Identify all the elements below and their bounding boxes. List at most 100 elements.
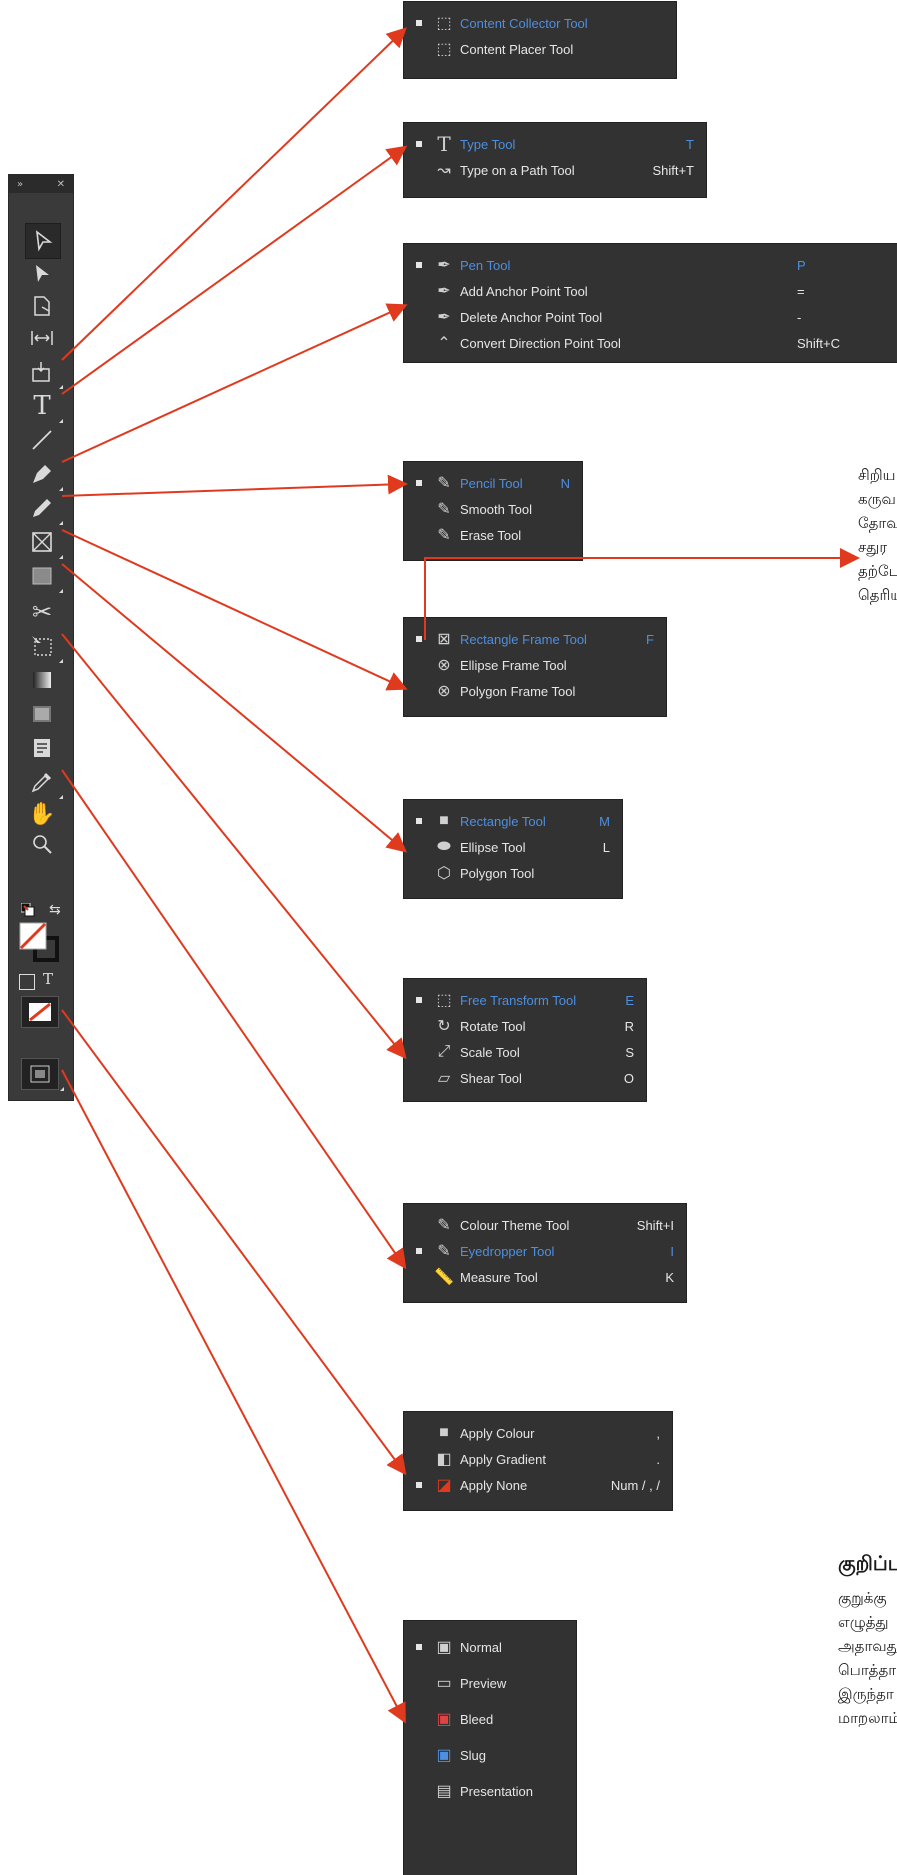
flyout-item-apply-gradient[interactable]: ◧ Apply Gradient. [404,1446,672,1472]
flyout-item-preview[interactable]: ▭ Preview [404,1665,576,1701]
shape-tools-flyout: ■ Rectangle Tool M ⬬ Ellipse Tool L ⬡ Polygon… [404,800,622,898]
swap-colors-icon[interactable]: ⇆ [49,902,61,918]
screen-mode-flyout: ▣ Normal ▭ Preview ▣ Bleed ▣ Slug ▤ Presentat… [404,1621,576,1875]
flyout-item-convert-direction[interactable]: ⌃ Convert Direction Point Tool Shift+C [404,330,897,356]
flyout-item-rectangle[interactable]: ■ Rectangle Tool M [404,808,622,834]
shortcut-key: - [797,309,802,325]
flyout-item-ellipse-frame[interactable]: ⊗ Ellipse Frame Tool [404,652,666,678]
note-icon [34,739,50,757]
flyout-item-type[interactable]: T Type Tool T [404,131,706,157]
text-line: குறுக்கு [838,1589,887,1607]
collapse-icon[interactable]: » [17,179,23,190]
flyout-item-polygon-frame[interactable]: ⊗ Polygon Frame Tool [404,678,666,704]
flyout-item-pen[interactable]: ✒ Pen Tool P [404,252,897,278]
flyout-item-bleed[interactable]: ▣ Bleed [404,1701,576,1737]
line-tool-button[interactable] [25,423,59,457]
item-label: Delete Anchor Point Tool [460,309,603,325]
arrow-eyedropper-tools [61,769,407,1270]
colour-theme-icon: ✎ [437,1217,451,1234]
page-tool-button[interactable] [25,289,59,323]
free-transform-tool-button[interactable] [25,629,63,663]
flyout-item-normal[interactable]: ▣ Normal [404,1629,576,1665]
formatting-container-icon[interactable] [19,974,35,990]
shortcut-key: Shift+C [797,335,840,351]
zoom-tool-button[interactable] [25,827,59,861]
fill-stroke-icon [19,922,59,962]
screen-mode-button[interactable] [21,1058,64,1091]
current-tool-bullet [416,262,422,268]
selection-tool-button[interactable] [25,223,61,259]
hand-tool-button[interactable]: ✋ [25,797,59,831]
flyout-item-rectangle-frame[interactable]: ⊠ Rectangle Frame Tool F [404,626,666,652]
flyout-item-add-anchor[interactable]: ✒ Add Anchor Point Tool = [404,278,897,304]
text-line: பொத்தா [838,1661,897,1679]
flyout-item-free-transform[interactable]: ⬚ Free Transform Tool E [404,987,646,1013]
content-collector-icon: ⬚ [436,15,452,32]
flyout-item-type-on-path[interactable]: ↝ Type on a Path Tool Shift+T [404,157,706,183]
note-section: குறிப்பு குறுக்கு எழுத்து அதாவது பொத்தா … [838,1548,897,1730]
note-tool-button[interactable] [25,731,59,765]
flyout-item-pencil[interactable]: ✎ Pencil Tool N [404,470,582,496]
text-line: சிறிய [858,466,896,484]
flyout-item-eyedropper[interactable]: ✎ Eyedropper Tool I [404,1238,686,1264]
flyout-item-content-collector[interactable]: ⬚ Content Collector Tool [404,10,676,36]
fill-stroke-swatches[interactable] [19,922,61,964]
bleed-mode-icon: ▣ [436,1711,452,1728]
tools-panel-header[interactable]: » ✕ [9,175,73,193]
flyout-item-slug[interactable]: ▣ Slug [404,1737,576,1773]
shortcut-key: Shift+I [636,1217,674,1233]
pen-icon: ✒ [437,257,451,274]
rectangle-tool-button[interactable] [25,559,63,593]
content-collector-tool-button[interactable] [25,355,63,389]
flyout-item-smooth[interactable]: ✎ Smooth Tool [404,496,582,522]
add-anchor-point-icon: ✒ [437,283,451,300]
flyout-item-apply-none[interactable]: ◪ Apply None Num / , / [404,1472,672,1498]
item-label: Polygon Frame Tool [460,683,576,699]
flyout-item-scale[interactable]: ⤢ Scale Tool S [404,1039,646,1065]
scissors-tool-button[interactable]: ✂ [25,595,59,629]
slug-mode-icon: ▣ [436,1747,452,1764]
shortcut-key: M [599,813,610,829]
type-tool-button[interactable]: T [25,389,63,423]
item-label: Shear Tool [460,1070,522,1086]
shortcut-key: T [686,136,694,152]
flyout-item-apply-colour[interactable]: ■ Apply Colour, [404,1420,672,1446]
pen-tool-button[interactable] [25,457,63,491]
flyout-item-ellipse[interactable]: ⬬ Ellipse Tool L [404,834,622,860]
item-label: Apply Gradient [460,1451,546,1467]
flyout-item-erase[interactable]: ✎ Erase Tool [404,522,582,548]
gradient-swatch-tool-button[interactable] [25,663,59,697]
eyedropper-tool-button[interactable] [25,765,63,799]
gradient-feather-icon [33,706,51,722]
flyout-item-polygon[interactable]: ⬡ Polygon Tool [404,860,622,886]
type-on-path-icon: ↝ [437,162,451,179]
item-label: Colour Theme Tool [460,1217,570,1233]
flyout-item-presentation[interactable]: ▤ Presentation [404,1773,576,1809]
item-label: Measure Tool [460,1269,538,1285]
rectangle-frame-tool-button[interactable] [25,525,63,559]
direct-selection-tool-button[interactable] [25,257,59,291]
shear-icon: ▱ [437,1070,451,1087]
pen-icon [33,465,51,483]
flyout-item-content-placer[interactable]: ⬚ Content Placer Tool [404,36,676,62]
tools-panel-lower: ⇆ T [8,900,74,1049]
flyout-item-colour-theme[interactable]: ✎ Colour Theme Tool Shift+I [404,1212,686,1238]
shortcut-key: E [625,992,634,1008]
pencil-tool-button[interactable] [25,491,63,525]
gradient-feather-tool-button[interactable] [25,697,59,731]
flyout-item-shear[interactable]: ▱ Shear Tool O [404,1065,646,1091]
item-label: Add Anchor Point Tool [460,283,588,299]
text-line: சதுர [858,538,888,556]
gap-tool-button[interactable] [25,321,59,355]
flyout-item-measure[interactable]: 📏 Measure Tool K [404,1264,686,1290]
flyout-item-rotate[interactable]: ↻ Rotate Tool R [404,1013,646,1039]
item-label: Rotate Tool [460,1018,526,1034]
current-tool-bullet [416,1248,422,1254]
close-icon[interactable]: ✕ [57,179,65,190]
default-colors-icon[interactable] [20,902,35,917]
apply-none-button[interactable] [21,996,59,1028]
flyout-item-delete-anchor[interactable]: ✒ Delete Anchor Point Tool - [404,304,897,330]
formatting-text-icon[interactable]: T [43,970,53,988]
shortcut-key: . [656,1451,660,1467]
scissors-icon: ✂ [31,598,53,626]
